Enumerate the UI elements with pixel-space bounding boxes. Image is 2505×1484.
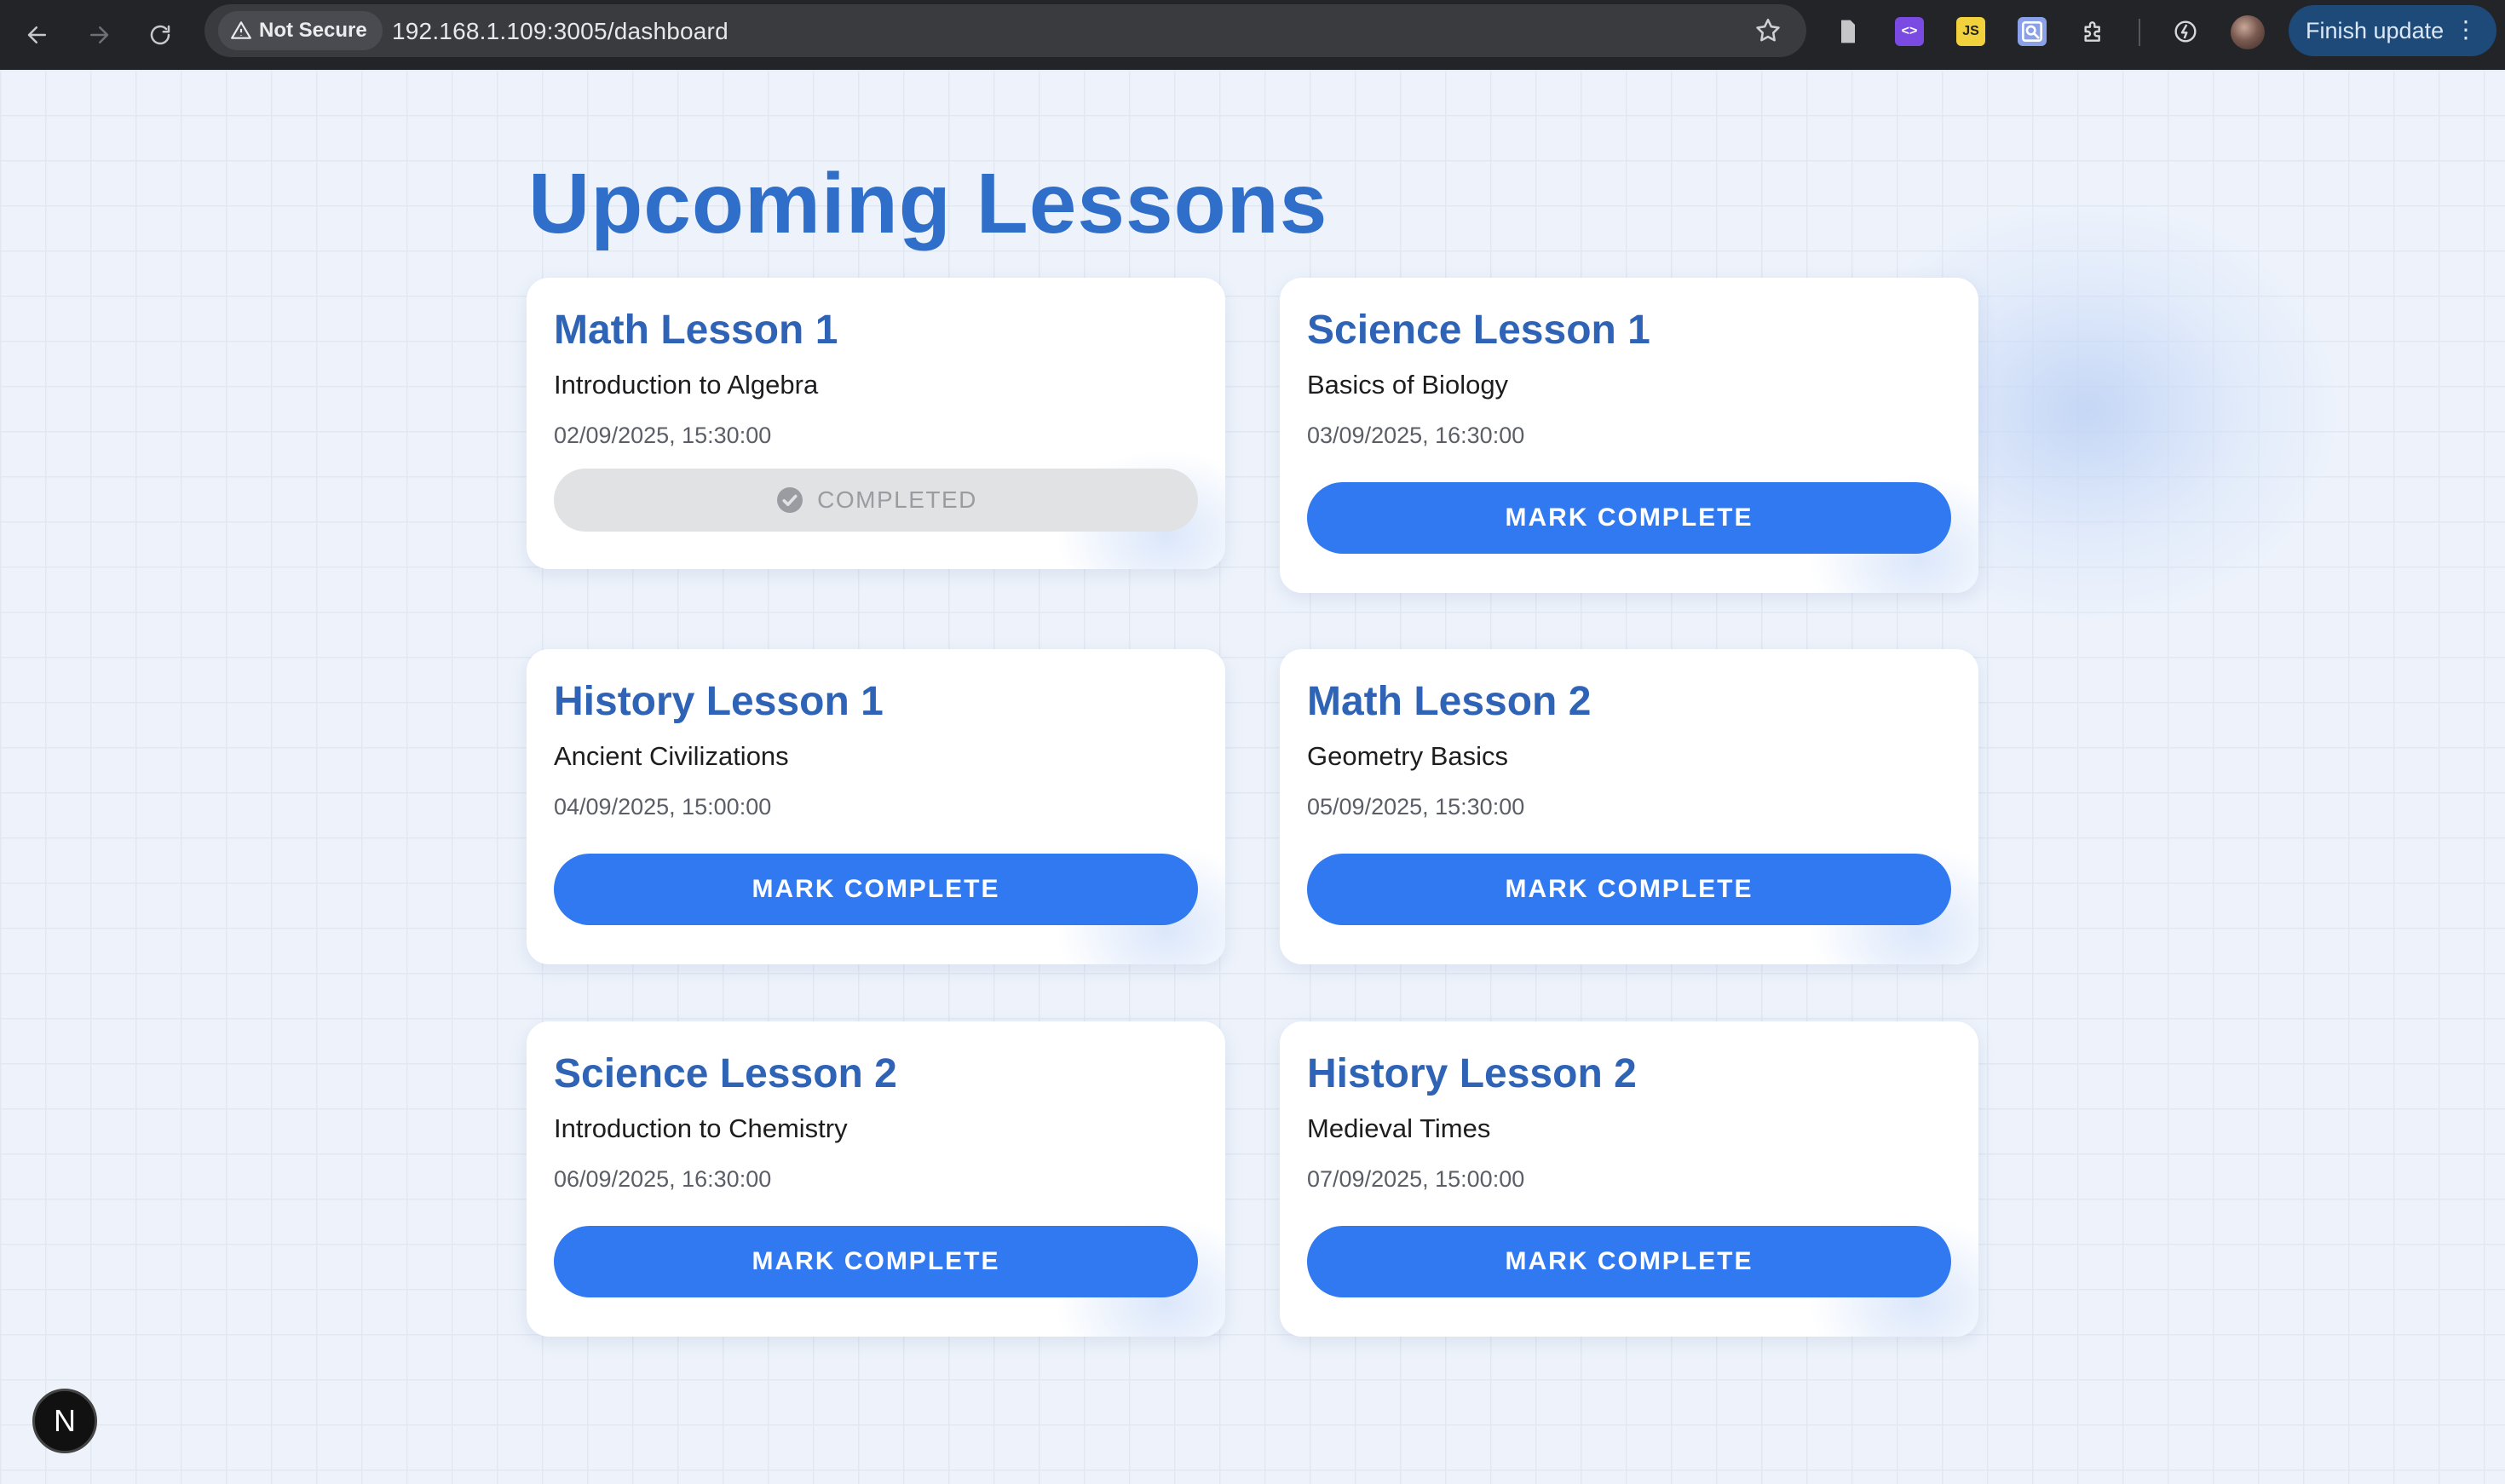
lesson-title: Math Lesson 2	[1307, 679, 1592, 724]
security-indicator[interactable]: Not Secure	[218, 11, 383, 50]
performance-icon[interactable]	[2171, 17, 2200, 46]
lesson-datetime: 04/09/2025, 15:00:00	[554, 794, 772, 820]
dashboard-page: Upcoming Lessons Math Lesson 1 Introduct…	[0, 70, 2505, 1484]
lesson-datetime: 05/09/2025, 15:30:00	[1307, 794, 1525, 820]
mark-complete-button[interactable]: MARK COMPLETE	[1307, 482, 1951, 554]
code-extension-icon[interactable]: <>	[1895, 17, 1924, 46]
finish-update-button[interactable]: Finish update ⋮	[2289, 5, 2496, 56]
lesson-card: History Lesson 2 Medieval Times 07/09/20…	[1280, 1021, 1978, 1337]
lesson-title: History Lesson 2	[1307, 1051, 1637, 1096]
lesson-description: Introduction to Chemistry	[554, 1113, 848, 1143]
reload-icon	[150, 25, 170, 45]
mark-complete-button[interactable]: MARK COMPLETE	[554, 854, 1198, 925]
url-text[interactable]: 192.168.1.109:3005/dashboard	[392, 18, 728, 45]
arrow-right-icon	[90, 26, 109, 43]
lesson-description: Medieval Times	[1307, 1113, 1491, 1143]
mark-complete-button[interactable]: MARK COMPLETE	[1307, 854, 1951, 925]
lesson-description: Ancient Civilizations	[554, 741, 789, 771]
lesson-card: Science Lesson 1 Basics of Biology 03/09…	[1280, 278, 1978, 593]
lesson-description: Basics of Biology	[1307, 370, 1509, 400]
toolbar-separator	[2139, 19, 2140, 46]
arrow-left-icon	[27, 26, 46, 43]
lesson-card: Science Lesson 2 Introduction to Chemist…	[527, 1021, 1225, 1337]
lesson-description: Introduction to Algebra	[554, 370, 819, 400]
lesson-title: Science Lesson 1	[1307, 308, 1650, 353]
check-circle-icon	[777, 487, 803, 513]
lesson-card: Math Lesson 2 Geometry Basics 05/09/2025…	[1280, 649, 1978, 964]
inspect-extension-icon[interactable]	[2018, 17, 2047, 46]
reload-button[interactable]	[138, 13, 182, 57]
completed-label: COMPLETED	[817, 486, 977, 513]
page-title: Upcoming Lessons	[528, 156, 1328, 251]
completed-button[interactable]: COMPLETED	[554, 469, 1198, 532]
puzzle-icon[interactable]	[2079, 17, 2108, 46]
menu-dots-icon: ⋮	[2454, 16, 2478, 43]
lesson-datetime: 07/09/2025, 15:00:00	[1307, 1166, 1525, 1192]
lesson-datetime: 06/09/2025, 16:30:00	[554, 1166, 772, 1192]
address-bar[interactable]: Not Secure 192.168.1.109:3005/dashboard	[204, 4, 1806, 57]
warning-triangle-icon	[231, 21, 251, 39]
lesson-card: Math Lesson 1 Introduction to Algebra 02…	[527, 278, 1225, 569]
lesson-description: Geometry Basics	[1307, 741, 1509, 771]
lesson-title: History Lesson 1	[554, 679, 884, 724]
mark-complete-button[interactable]: MARK COMPLETE	[554, 1226, 1198, 1297]
document-icon[interactable]	[1834, 17, 1863, 46]
lesson-datetime: 03/09/2025, 16:30:00	[1307, 423, 1525, 448]
finish-update-label: Finish update	[2306, 17, 2445, 43]
lesson-title: Science Lesson 2	[554, 1051, 897, 1096]
lesson-datetime: 02/09/2025, 15:30:00	[554, 423, 772, 448]
profile-avatar[interactable]	[2231, 15, 2265, 49]
security-label: Not Secure	[259, 19, 367, 42]
lesson-card: History Lesson 1 Ancient Civilizations 0…	[527, 649, 1225, 964]
lesson-title: Math Lesson 1	[554, 308, 838, 353]
mark-complete-button[interactable]: MARK COMPLETE	[1307, 1226, 1951, 1297]
back-button[interactable]	[15, 13, 60, 57]
forward-button[interactable]	[77, 13, 121, 57]
js-extension-icon[interactable]: JS	[1956, 17, 1985, 46]
browser-toolbar: Not Secure 192.168.1.109:3005/dashboard …	[0, 0, 2505, 70]
nextjs-dev-badge[interactable]: N	[32, 1389, 97, 1453]
bookmark-star-icon[interactable]	[1754, 16, 1782, 45]
